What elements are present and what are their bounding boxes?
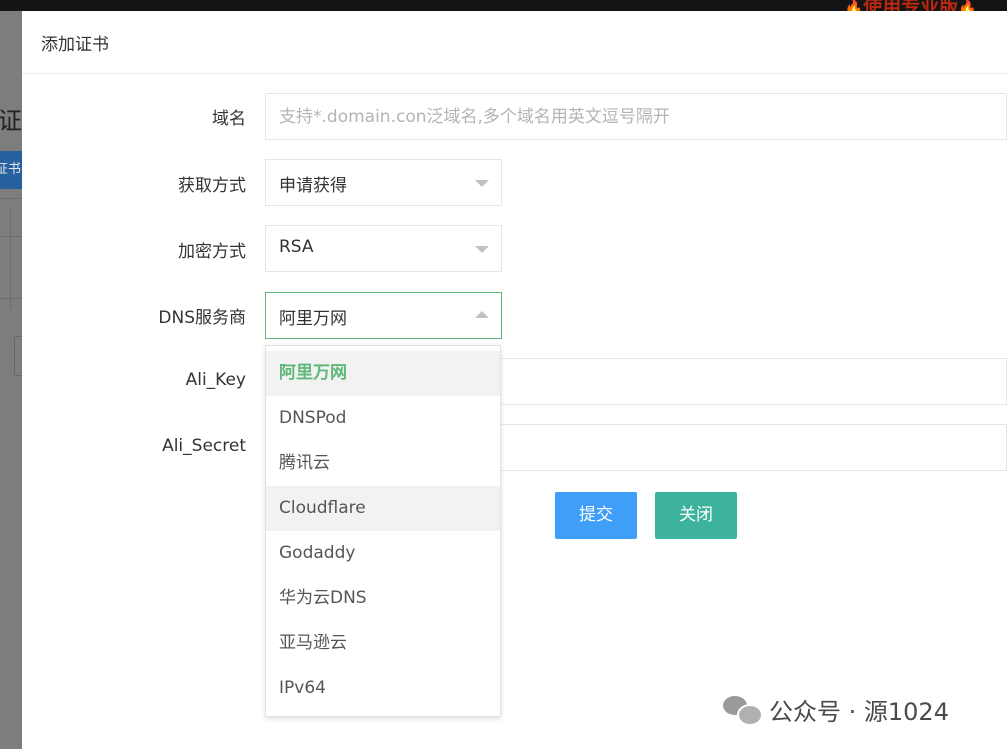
- watermark-text: 公众号 · 源1024: [769, 697, 949, 726]
- watermark: 公众号 · 源1024: [723, 690, 949, 728]
- acquire-method-label: 获取方式: [178, 176, 246, 196]
- dns-option-tencent-cloud[interactable]: 腾讯云: [266, 441, 500, 486]
- background-add-button: 证书: [0, 151, 22, 189]
- background-divider: [0, 298, 22, 299]
- encryption-label: 加密方式: [178, 242, 246, 262]
- submit-button[interactable]: 提交: [555, 492, 637, 539]
- caret-down-icon: [475, 180, 489, 187]
- background-divider: [0, 236, 22, 237]
- dns-option-aliyun[interactable]: 阿里万网: [266, 351, 500, 396]
- dns-provider-value: 阿里万网: [279, 309, 347, 329]
- background-divider: [10, 209, 11, 309]
- dns-option-godaddy[interactable]: Godaddy: [266, 531, 500, 576]
- add-certificate-modal: 添加证书 域名 获取方式 申请获得 加密方式 RSA DNS服务商 阿里万网 A…: [22, 11, 1007, 749]
- acquire-method-select[interactable]: 申请获得: [265, 159, 502, 206]
- close-button[interactable]: 关闭: [655, 492, 737, 539]
- dns-provider-dropdown: 阿里万网 DNSPod 腾讯云 Cloudflare Godaddy 华为云DN…: [265, 345, 501, 717]
- dns-option-huawei-cloud[interactable]: 华为云DNS: [266, 576, 500, 621]
- dns-option-cloudflare[interactable]: Cloudflare: [266, 486, 500, 531]
- domain-input[interactable]: [265, 93, 1007, 140]
- background-page: 证书 证书: [0, 11, 23, 749]
- encryption-select[interactable]: RSA: [265, 225, 502, 272]
- dns-option-dnspod[interactable]: DNSPod: [266, 396, 500, 441]
- encryption-value: RSA: [279, 237, 314, 257]
- dns-provider-select[interactable]: 阿里万网: [265, 292, 502, 339]
- acquire-method-value: 申请获得: [279, 176, 347, 196]
- dns-option-amazon-cloud[interactable]: 亚马逊云: [266, 621, 500, 666]
- dns-option-ipv64[interactable]: IPv64: [266, 666, 500, 711]
- caret-up-icon: [475, 311, 489, 318]
- ali-key-label: Ali_Key: [185, 370, 246, 390]
- dns-provider-label: DNS服务商: [158, 308, 246, 328]
- modal-title: 添加证书: [41, 35, 109, 55]
- background-divider: [0, 198, 22, 199]
- modal-header: 添加证书: [22, 11, 1007, 74]
- background-heading: 证书: [0, 107, 22, 135]
- wechat-icon: [723, 694, 763, 726]
- caret-down-icon: [475, 246, 489, 253]
- ali-secret-label: Ali_Secret: [162, 436, 246, 456]
- domain-label: 域名: [212, 109, 246, 129]
